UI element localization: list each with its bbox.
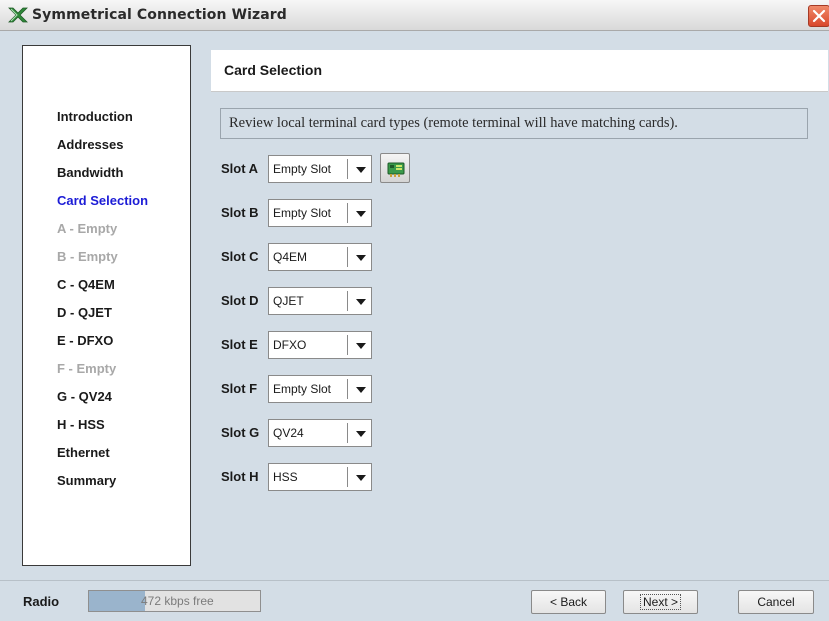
dropdown-separator bbox=[347, 291, 348, 311]
card-config-button[interactable] bbox=[380, 153, 410, 183]
radio-label: Radio bbox=[23, 594, 60, 609]
next-button-label: Next > bbox=[639, 594, 681, 610]
sidebar-item: E - DFXO bbox=[57, 333, 114, 348]
sidebar-item: H - HSS bbox=[57, 417, 105, 432]
dropdown-selected-value: HSS bbox=[273, 470, 298, 484]
slot-label: Slot C bbox=[221, 249, 259, 264]
description-box: Review local terminal card types (remote… bbox=[220, 108, 808, 139]
sidebar-item: Bandwidth bbox=[57, 165, 124, 180]
dropdown-separator bbox=[347, 467, 348, 487]
back-button[interactable]: < Back bbox=[531, 590, 606, 614]
status-bar: Radio 472 kbps free < Back Next > Cancel bbox=[0, 580, 829, 621]
slot-card-dropdown[interactable]: HSS bbox=[268, 463, 372, 491]
sidebar-item: Card Selection bbox=[57, 193, 149, 208]
bandwidth-fill bbox=[89, 591, 146, 611]
slot-card-dropdown[interactable]: Empty Slot bbox=[268, 155, 372, 183]
page-title: Card Selection bbox=[224, 62, 323, 78]
wizard-steps-panel: Introduction Addresses Bandwidth Card Selec… bbox=[22, 45, 191, 566]
close-button[interactable] bbox=[808, 5, 829, 27]
sidebar-item: F - Empty bbox=[57, 361, 117, 376]
slot-card-dropdown[interactable]: QV24 bbox=[268, 419, 372, 447]
dropdown-separator bbox=[347, 335, 348, 355]
window-title: Symmetrical Connection Wizard bbox=[32, 7, 287, 23]
sidebar-item: Ethernet bbox=[57, 445, 110, 460]
network-card-icon bbox=[387, 162, 405, 177]
dropdown-separator bbox=[347, 203, 348, 223]
dropdown-selected-value: DFXO bbox=[273, 338, 307, 352]
slot-label: Slot H bbox=[221, 469, 259, 484]
sidebar-item: A - Empty bbox=[57, 221, 118, 236]
dropdown-separator bbox=[347, 423, 348, 443]
slot-card-dropdown[interactable]: Empty Slot bbox=[268, 199, 372, 227]
chevron-down-icon[interactable] bbox=[356, 167, 366, 173]
bandwidth-bar: 472 kbps free bbox=[88, 590, 261, 612]
slot-label: Slot B bbox=[221, 205, 259, 220]
chevron-down-icon[interactable] bbox=[356, 211, 366, 217]
dropdown-selected-value: Q4EM bbox=[273, 250, 308, 264]
sidebar-item: G - QV24 bbox=[57, 389, 112, 404]
slot-label: Slot D bbox=[221, 293, 259, 308]
slot-label: Slot A bbox=[221, 161, 259, 176]
chevron-down-icon[interactable] bbox=[356, 255, 366, 261]
sidebar-item: Introduction bbox=[57, 109, 133, 124]
dropdown-selected-value: Empty Slot bbox=[273, 206, 332, 220]
sidebar-item: C - Q4EM bbox=[57, 277, 115, 292]
dropdown-selected-value: Empty Slot bbox=[273, 162, 332, 176]
slot-card-dropdown[interactable]: QJET bbox=[268, 287, 372, 315]
dropdown-separator bbox=[347, 159, 348, 179]
dropdown-separator bbox=[347, 247, 348, 267]
description-text: Review local terminal card types (remote… bbox=[229, 115, 678, 131]
cancel-button[interactable]: Cancel bbox=[738, 590, 814, 614]
chevron-down-icon[interactable] bbox=[356, 299, 366, 305]
close-icon bbox=[812, 9, 826, 23]
slot-label: Slot E bbox=[221, 337, 258, 352]
chevron-down-icon[interactable] bbox=[356, 475, 366, 481]
bandwidth-text: 472 kbps free bbox=[141, 594, 214, 608]
dropdown-selected-value: QV24 bbox=[273, 426, 304, 440]
sidebar-item: Addresses bbox=[57, 137, 124, 152]
dropdown-selected-value: QJET bbox=[273, 294, 304, 308]
wizard-app-icon bbox=[8, 7, 28, 23]
wizard-window: Symmetrical Connection Wizard Introducti… bbox=[0, 0, 829, 621]
sidebar-item: Summary bbox=[57, 473, 117, 488]
sidebar-item: B - Empty bbox=[57, 249, 118, 264]
wizard-steps-list: Introduction Addresses Bandwidth Card Selec… bbox=[57, 109, 148, 501]
slot-label: Slot F bbox=[221, 381, 258, 396]
slot-card-dropdown[interactable]: Empty Slot bbox=[268, 375, 372, 403]
slot-card-dropdown[interactable]: DFXO bbox=[268, 331, 372, 359]
chevron-down-icon[interactable] bbox=[356, 343, 366, 349]
page-header: Card Selection bbox=[211, 50, 828, 92]
dropdown-separator bbox=[347, 379, 348, 399]
title-bar[interactable]: Symmetrical Connection Wizard bbox=[0, 0, 829, 31]
slot-label: Slot G bbox=[221, 425, 260, 440]
chevron-down-icon[interactable] bbox=[356, 431, 366, 437]
dropdown-selected-value: Empty Slot bbox=[273, 382, 332, 396]
sidebar-item: D - QJET bbox=[57, 305, 112, 320]
slot-card-dropdown[interactable]: Q4EM bbox=[268, 243, 372, 271]
next-button[interactable]: Next > bbox=[623, 590, 698, 614]
chevron-down-icon[interactable] bbox=[356, 387, 366, 393]
